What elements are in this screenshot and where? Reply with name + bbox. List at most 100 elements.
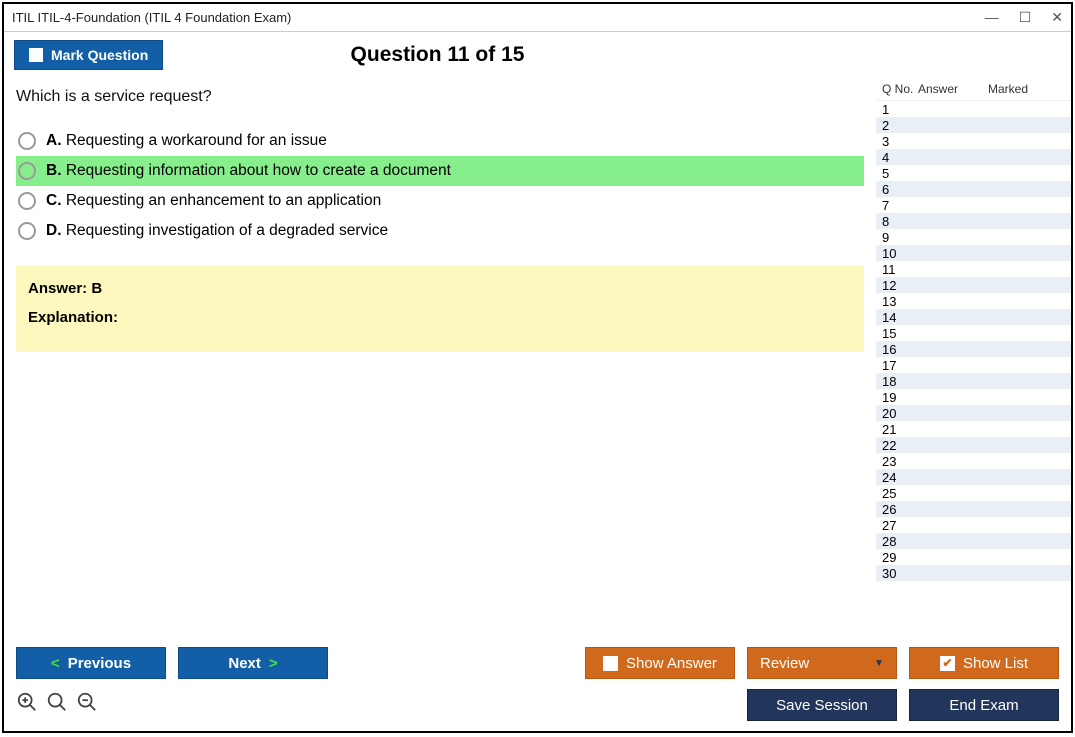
row-qno: 9: [876, 230, 916, 245]
zoom-in-icon[interactable]: [16, 691, 38, 719]
option-a[interactable]: A. Requesting a workaround for an issue: [16, 126, 864, 156]
answer-box: Answer: B Explanation:: [16, 266, 864, 352]
list-item[interactable]: 19: [876, 389, 1071, 405]
option-letter: C.: [46, 192, 62, 209]
row-qno: 27: [876, 518, 916, 533]
radio-icon: [18, 132, 36, 150]
previous-label: Previous: [68, 655, 131, 672]
maximize-icon[interactable]: ☐: [1019, 9, 1032, 26]
row-qno: 16: [876, 342, 916, 357]
show-answer-label: Show Answer: [626, 655, 717, 672]
row-qno: 1: [876, 102, 916, 117]
show-list-button[interactable]: ✔ Show List: [909, 647, 1059, 679]
list-item[interactable]: 14: [876, 309, 1071, 325]
list-item[interactable]: 6: [876, 181, 1071, 197]
row-qno: 20: [876, 406, 916, 421]
footer-row-1: < Previous Next > Show Answer Review ▼ ✔…: [16, 647, 1059, 679]
list-item[interactable]: 25: [876, 485, 1071, 501]
list-item[interactable]: 18: [876, 373, 1071, 389]
row-qno: 14: [876, 310, 916, 325]
zoom-out-icon[interactable]: [76, 691, 98, 719]
show-list-label: Show List: [963, 655, 1028, 672]
list-item[interactable]: 23: [876, 453, 1071, 469]
option-b[interactable]: B. Requesting information about how to c…: [16, 156, 864, 186]
list-item[interactable]: 11: [876, 261, 1071, 277]
row-qno: 18: [876, 374, 916, 389]
next-label: Next: [228, 655, 261, 672]
list-item[interactable]: 7: [876, 197, 1071, 213]
list-item[interactable]: 15: [876, 325, 1071, 341]
window-controls: — ☐ ✕: [985, 9, 1063, 26]
list-item[interactable]: 12: [876, 277, 1071, 293]
option-letter: D.: [46, 222, 62, 239]
row-qno: 13: [876, 294, 916, 309]
app-window: ITIL ITIL-4-Foundation (ITIL 4 Foundatio…: [2, 2, 1073, 733]
titlebar: ITIL ITIL-4-Foundation (ITIL 4 Foundatio…: [4, 4, 1071, 32]
list-item[interactable]: 21: [876, 421, 1071, 437]
next-button[interactable]: Next >: [178, 647, 328, 679]
show-answer-button[interactable]: Show Answer: [585, 647, 735, 679]
row-qno: 25: [876, 486, 916, 501]
question-list[interactable]: 1234567891011121314151617181920212223242…: [876, 101, 1071, 639]
col-qno: Q No.: [878, 82, 918, 96]
explanation-label: Explanation:: [28, 309, 852, 326]
list-item[interactable]: 5: [876, 165, 1071, 181]
zoom-reset-icon[interactable]: [46, 691, 68, 719]
options-list: A. Requesting a workaround for an issueB…: [16, 126, 864, 246]
row-qno: 3: [876, 134, 916, 149]
list-item[interactable]: 27: [876, 517, 1071, 533]
option-text: Requesting a workaround for an issue: [66, 132, 327, 149]
footer: < Previous Next > Show Answer Review ▼ ✔…: [4, 639, 1071, 731]
list-item[interactable]: 9: [876, 229, 1071, 245]
list-item[interactable]: 29: [876, 549, 1071, 565]
list-item[interactable]: 16: [876, 341, 1071, 357]
option-letter: B.: [46, 162, 62, 179]
save-session-button[interactable]: Save Session: [747, 689, 897, 721]
answer-label: Answer: B: [28, 280, 852, 297]
row-qno: 19: [876, 390, 916, 405]
list-item[interactable]: 28: [876, 533, 1071, 549]
row-qno: 24: [876, 470, 916, 485]
radio-icon: [18, 222, 36, 240]
list-item[interactable]: 22: [876, 437, 1071, 453]
main-area: Which is a service request? A. Requestin…: [4, 78, 1071, 639]
list-item[interactable]: 17: [876, 357, 1071, 373]
end-exam-label: End Exam: [949, 697, 1018, 714]
question-list-pane: Q No. Answer Marked 12345678910111213141…: [876, 78, 1071, 639]
list-item[interactable]: 24: [876, 469, 1071, 485]
list-item[interactable]: 20: [876, 405, 1071, 421]
row-qno: 8: [876, 214, 916, 229]
option-c[interactable]: C. Requesting an enhancement to an appli…: [16, 186, 864, 216]
previous-button[interactable]: < Previous: [16, 647, 166, 679]
option-text: Requesting information about how to crea…: [66, 162, 451, 179]
window-title: ITIL ITIL-4-Foundation (ITIL 4 Foundatio…: [12, 10, 291, 25]
footer-row-2: Save Session End Exam: [16, 689, 1059, 721]
row-qno: 6: [876, 182, 916, 197]
list-item[interactable]: 8: [876, 213, 1071, 229]
minimize-icon[interactable]: —: [985, 9, 999, 26]
row-qno: 10: [876, 246, 916, 261]
col-marked: Marked: [988, 82, 1069, 96]
chevron-left-icon: <: [51, 655, 60, 672]
list-item[interactable]: 3: [876, 133, 1071, 149]
close-icon[interactable]: ✕: [1051, 9, 1063, 26]
list-item[interactable]: 13: [876, 293, 1071, 309]
option-text: Requesting investigation of a degraded s…: [66, 222, 388, 239]
checkbox-checked-icon: ✔: [940, 656, 955, 671]
question-pane: Which is a service request? A. Requestin…: [4, 78, 876, 639]
review-label: Review: [760, 655, 809, 672]
list-item[interactable]: 4: [876, 149, 1071, 165]
list-item[interactable]: 30: [876, 565, 1071, 581]
row-qno: 23: [876, 454, 916, 469]
end-exam-button[interactable]: End Exam: [909, 689, 1059, 721]
row-qno: 5: [876, 166, 916, 181]
list-item[interactable]: 1: [876, 101, 1071, 117]
row-qno: 4: [876, 150, 916, 165]
option-d[interactable]: D. Requesting investigation of a degrade…: [16, 216, 864, 246]
list-item[interactable]: 10: [876, 245, 1071, 261]
row-qno: 29: [876, 550, 916, 565]
list-item[interactable]: 2: [876, 117, 1071, 133]
chevron-right-icon: >: [269, 655, 278, 672]
review-dropdown[interactable]: Review ▼: [747, 647, 897, 679]
list-item[interactable]: 26: [876, 501, 1071, 517]
